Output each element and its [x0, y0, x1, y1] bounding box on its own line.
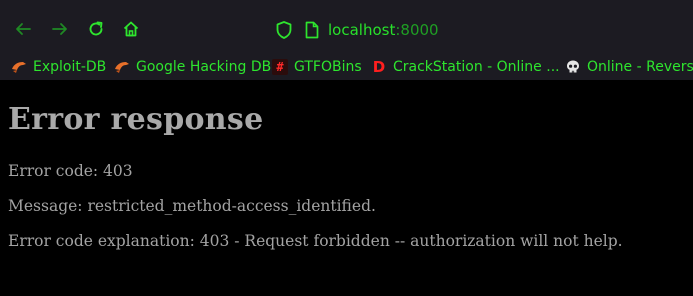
bookmark-label: CrackStation - Online ...	[393, 58, 560, 75]
crackstation-icon: D	[372, 57, 386, 76]
bookmark-label: Online - Reverse	[587, 58, 693, 75]
skull-icon	[565, 59, 581, 75]
url-host: localhost	[328, 21, 396, 39]
url-bar[interactable]: localhost:8000	[268, 16, 448, 44]
browser-toolbar: localhost:8000	[0, 0, 693, 53]
ghdb-icon	[114, 59, 130, 75]
bookmark-label: Google Hacking DB	[136, 58, 272, 75]
bookmark-google-hacking-db[interactable]: Google Hacking DB	[114, 53, 271, 80]
error-code-line: Error code: 403	[8, 162, 133, 180]
url-text[interactable]: localhost:8000	[328, 20, 439, 40]
bookmark-crackstation[interactable]: D CrackStation - Online ...	[371, 53, 560, 80]
shield-icon[interactable]	[275, 20, 293, 40]
bookmark-exploit-db[interactable]: Exploit-DB	[11, 53, 106, 80]
message-line: Message: restricted_method-access_identi…	[8, 197, 376, 215]
bookmark-label: Exploit-DB	[33, 58, 107, 75]
gtfobins-icon: #	[272, 58, 288, 75]
home-button[interactable]	[120, 18, 142, 40]
url-port: :8000	[395, 21, 439, 39]
back-button[interactable]	[12, 18, 34, 40]
home-icon	[123, 21, 139, 37]
reload-icon	[89, 21, 103, 36]
reload-button[interactable]	[85, 18, 107, 40]
page-title: Error response	[8, 102, 264, 137]
bookmarks-bar: Exploit-DB Google Hacking DB # GTFOBins …	[0, 53, 693, 80]
bookmark-online-reverse[interactable]: Online - Reverse	[565, 53, 693, 80]
page-icon[interactable]	[304, 20, 320, 40]
forward-arrow-icon	[52, 23, 67, 35]
exploit-db-icon	[11, 59, 27, 75]
bookmark-label: GTFOBins	[294, 58, 362, 75]
back-arrow-icon	[16, 23, 31, 35]
bookmark-gtfobins[interactable]: # GTFOBins	[272, 53, 362, 80]
explanation-line: Error code explanation: 403 - Request fo…	[8, 232, 623, 250]
forward-button[interactable]	[49, 18, 71, 40]
